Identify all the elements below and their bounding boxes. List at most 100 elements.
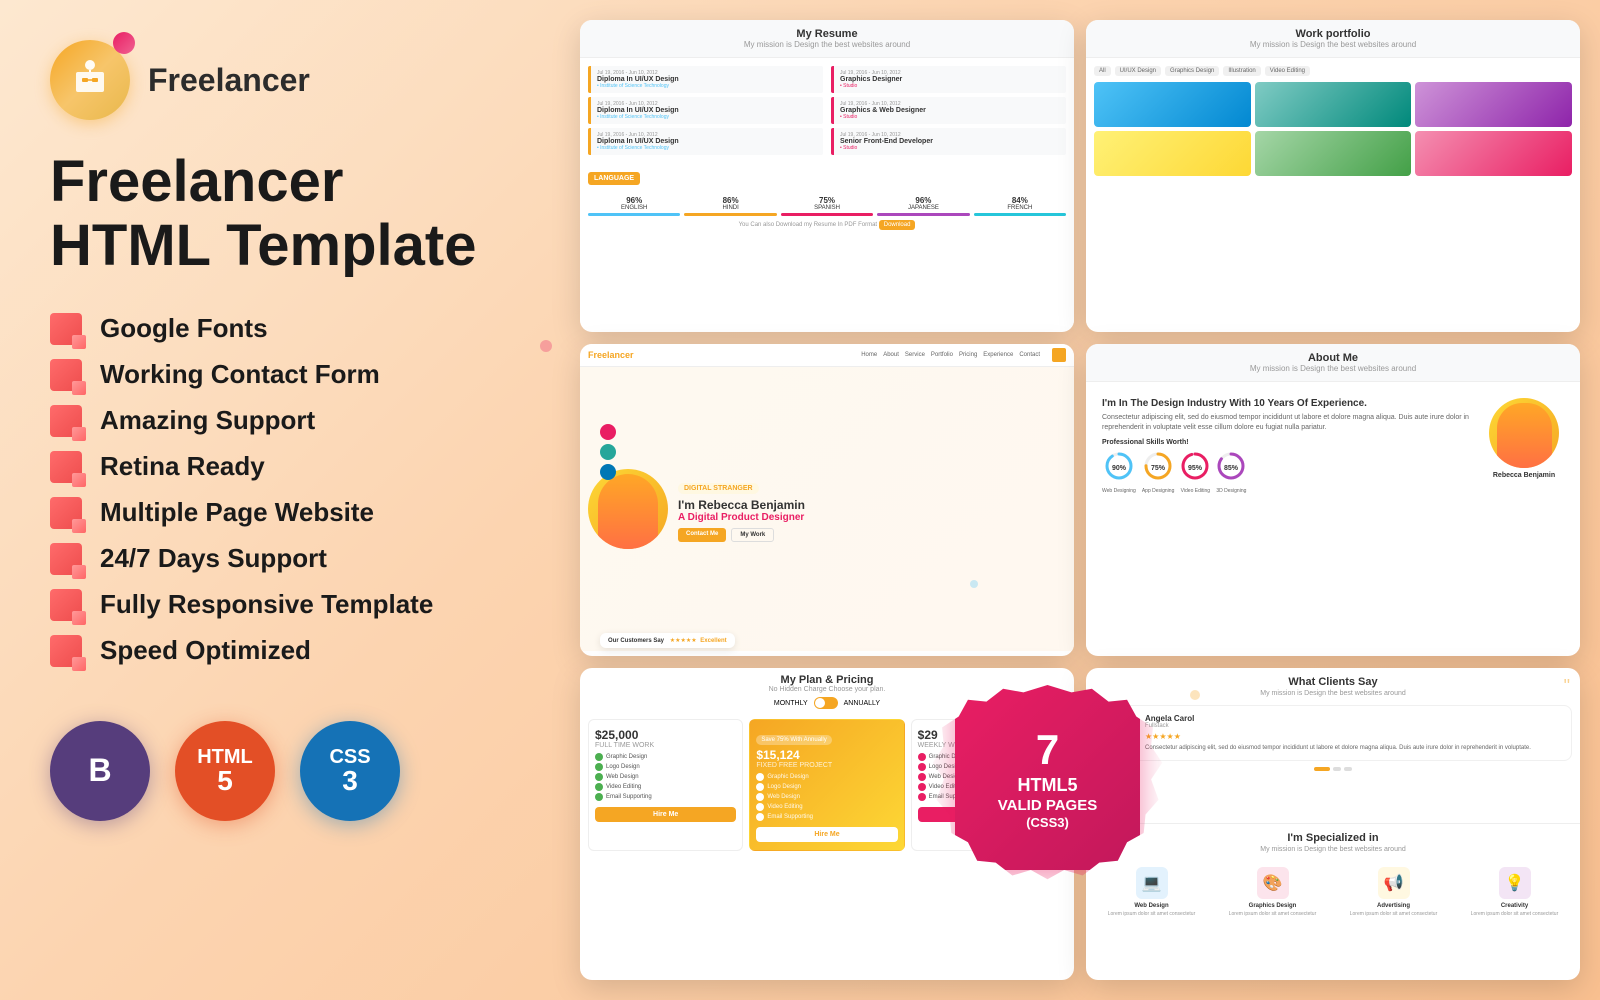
resume-screenshot: My Resume My mission is Design the best …: [580, 20, 1074, 332]
specialized-subtitle: My mission is Design the best websites a…: [1094, 846, 1572, 853]
timeline-item: Jul 19, 2016 - Jun 10, 2012 Diploma In U…: [588, 97, 823, 124]
dot-inactive: [1333, 767, 1341, 771]
feature-icon: [50, 451, 82, 483]
specialized-section: I'm Specialized in My mission is Design …: [1086, 824, 1580, 980]
social-icons: [600, 424, 616, 480]
portfolio-tab[interactable]: Illustration: [1223, 66, 1260, 76]
testimonials-screenshot: What Clients Say My mission is Design th…: [1086, 668, 1580, 980]
testimonial-stars: ★★★★★: [1145, 732, 1563, 741]
resume-cta: You Can also Download my Resume In PDF F…: [588, 222, 1066, 228]
css3-badge: CSS 3: [300, 721, 400, 821]
nav-link-about[interactable]: About: [883, 352, 899, 358]
bootstrap-badge: B: [50, 721, 150, 821]
portfolio-tab[interactable]: Graphics Design: [1165, 66, 1219, 76]
portfolio-tab[interactable]: UI/UX Design: [1115, 66, 1161, 76]
hero-nav-links: Home About Service Portfolio Pricing Exp…: [861, 352, 1040, 358]
skill-item: 85% 3D Designing: [1216, 451, 1246, 494]
portfolio-header: Work portfolio My mission is Design the …: [1086, 20, 1580, 58]
left-panel: Freelancer Freelancer HTML Template Goog…: [0, 0, 560, 1000]
dot-active: [1314, 767, 1330, 771]
nav-menu-button[interactable]: [1052, 348, 1066, 362]
skills-row: 90% Web Designing 75% App Designing: [1102, 451, 1474, 494]
spec-item-graphics: 🎨 Graphics Design Lorem ipsum dolor sit …: [1215, 861, 1330, 924]
spec-item-web: 💻 Web Design Lorem ipsum dolor sit amet …: [1094, 861, 1209, 924]
resume-body: Jul 19, 2016 - Jun 10, 2012 Diploma In U…: [580, 58, 1074, 330]
feature-item: Retina Ready: [50, 451, 510, 483]
plan2-type: FIXED FREE PROJECT: [756, 762, 897, 769]
portfolio-tabs: All UI/UX Design Graphics Design Illustr…: [1094, 66, 1572, 76]
timeline-item-pink: Jul 19, 2016 - Jun 10, 2012 Graphics Des…: [831, 66, 1066, 93]
plan1-btn[interactable]: Hire Me: [595, 807, 736, 822]
skill-item: 95% Video Editing: [1180, 451, 1210, 494]
feature-item: Google Fonts: [50, 313, 510, 345]
plan2-btn[interactable]: Hire Me: [756, 827, 897, 842]
advertising-icon: 📢: [1378, 867, 1410, 899]
html5-badge: HTML 5: [175, 721, 275, 821]
plan2-feature: Graphic Design: [756, 773, 897, 781]
hero-avatar: [588, 469, 668, 549]
spec-name-web: Web Design: [1100, 903, 1203, 909]
portfolio-thumb: [1094, 82, 1251, 127]
nav-link-portfolio[interactable]: Portfolio: [931, 352, 953, 358]
testimonials-subtitle: My mission is Design the best websites a…: [1094, 690, 1572, 697]
hero-work-btn[interactable]: My Work: [731, 528, 774, 542]
about-heading: I'm In The Design Industry With 10 Years…: [1102, 398, 1474, 409]
quote-icon: ": [1564, 676, 1570, 697]
hero-text-block: DIGITAL STRANGER I'm Rebecca Benjamin A …: [678, 477, 1066, 542]
portfolio-tab[interactable]: All: [1094, 66, 1111, 76]
web-design-icon: 💻: [1136, 867, 1168, 899]
about-person-circle: [1489, 398, 1559, 468]
sticker-text: 7 HTML5 VALID PAGES (CSS3): [998, 725, 1097, 831]
plan1-feature: Graphic Design: [595, 753, 736, 761]
hero-nav: Freelancer Home About Service Portfolio …: [580, 344, 1074, 367]
testimonials-inner: What Clients Say My mission is Design th…: [1086, 668, 1580, 779]
testimonial-card: Angela Carol Fullstack ★★★★★ Consectetur…: [1094, 705, 1572, 761]
nav-link-pricing[interactable]: Pricing: [959, 352, 977, 358]
nav-link-service[interactable]: Service: [905, 352, 925, 358]
testimonials-title: What Clients Say: [1094, 676, 1572, 688]
feature-item: Amazing Support: [50, 405, 510, 437]
testimonial-content: Angela Carol Fullstack ★★★★★ Consectetur…: [1145, 714, 1563, 752]
decorative-dot: [970, 580, 978, 588]
hero-content: DIGITAL STRANGER I'm Rebecca Benjamin A …: [580, 367, 1074, 651]
toggle-track[interactable]: [814, 697, 838, 709]
spec-desc-graphics: Lorem ipsum dolor sit amet consectetur: [1221, 911, 1324, 918]
skills-title: Professional Skills Worth!: [1102, 439, 1474, 446]
feature-icon: [50, 635, 82, 667]
hero-screenshot: Freelancer Home About Service Portfolio …: [580, 344, 1074, 656]
sticker-shape: 7 HTML5 VALID PAGES (CSS3): [955, 685, 1140, 870]
plan2-feature: Logo Design: [756, 783, 897, 791]
resume-timeline: Jul 19, 2016 - Jun 10, 2012 Diploma In U…: [588, 66, 1066, 159]
plan1-amount: $25,000: [595, 728, 736, 742]
portfolio-grid: [1094, 82, 1572, 176]
spec-desc-advertising: Lorem ipsum dolor sit amet consectetur: [1342, 911, 1445, 918]
testimonial-name: Angela Carol: [1145, 714, 1563, 723]
specialized-content: I'm Specialized in My mission is Design …: [1086, 824, 1580, 932]
nav-link-home[interactable]: Home: [861, 352, 877, 358]
portfolio-tab[interactable]: Video Editing: [1265, 66, 1310, 76]
portfolio-thumb: [1094, 131, 1251, 176]
badge-sticker: 7 HTML5 VALID PAGES (CSS3): [955, 685, 1140, 870]
plan1-feature: Email Supporting: [595, 793, 736, 801]
timeline-item: Jul 19, 2016 - Jun 10, 2012 Diploma In U…: [588, 128, 823, 155]
nav-link-experience[interactable]: Experience: [983, 352, 1013, 358]
testimonial-role: Fullstack: [1145, 723, 1563, 729]
plan2-amount: $15,124: [756, 748, 897, 762]
logo-text: Freelancer: [148, 62, 310, 99]
hero-contact-btn[interactable]: Contact Me: [678, 528, 726, 542]
feature-item: Multiple Page Website: [50, 497, 510, 529]
plan1-type: FULL TIME WORK: [595, 742, 736, 749]
feature-icon: [50, 589, 82, 621]
specialized-title: I'm Specialized in: [1094, 832, 1572, 844]
testimonial-bar: Our Customers Say ★★★★★ Excellent: [600, 633, 735, 648]
feature-item: Speed Optimized: [50, 635, 510, 667]
pricing-plan-1: $25,000 FULL TIME WORK Graphic Design Lo…: [588, 719, 743, 851]
decorative-dot: [540, 340, 552, 352]
featured-badge: Save 75% With Annually: [756, 735, 831, 745]
main-title: Freelancer HTML Template: [50, 150, 510, 278]
nav-link-contact[interactable]: Contact: [1019, 352, 1040, 358]
portfolio-thumb: [1255, 82, 1412, 127]
plan1-feature: Web Design: [595, 773, 736, 781]
pricing-plan-2-featured: Save 75% With Annually $15,124 FIXED FRE…: [749, 719, 904, 851]
logo-row: Freelancer: [50, 40, 510, 120]
